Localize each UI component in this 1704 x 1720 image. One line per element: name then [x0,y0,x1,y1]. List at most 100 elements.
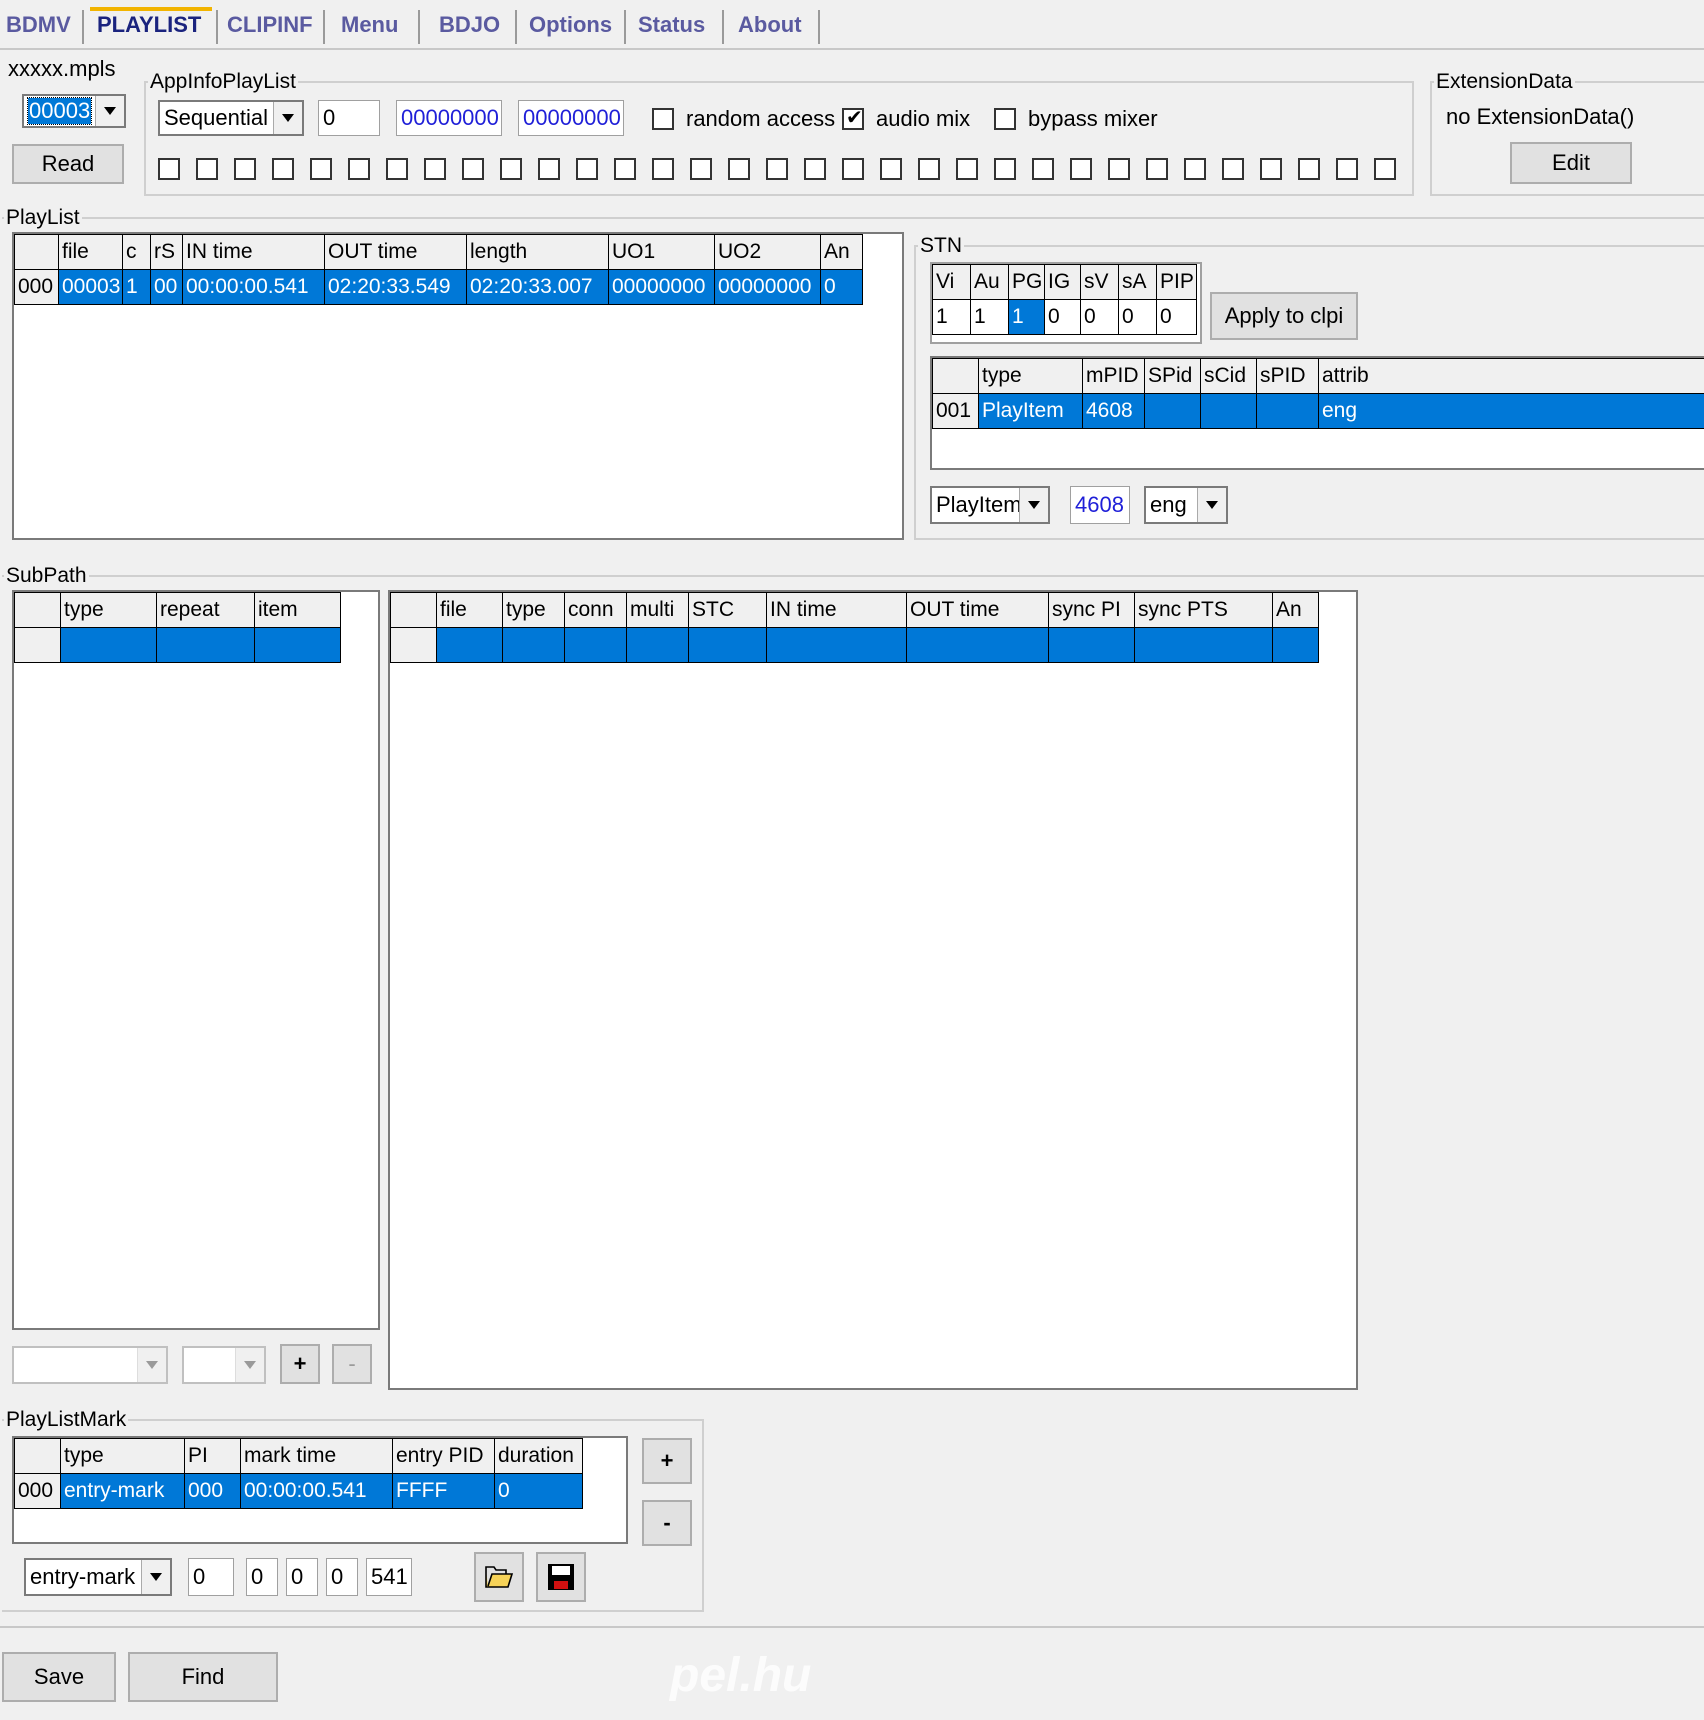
save-button[interactable]: Save [2,1652,116,1702]
column-header[interactable]: IN time [182,234,325,270]
table-cell[interactable]: 000 [184,1473,241,1509]
column-header[interactable]: OUT time [324,234,467,270]
column-header[interactable]: sync PI [1048,592,1135,628]
random-access-checkbox[interactable] [652,108,674,130]
uo-flag-checkbox[interactable] [576,158,598,180]
uo-flag-checkbox[interactable] [804,158,826,180]
tab-options[interactable]: Options [529,12,612,38]
table-cell[interactable]: PlayItem [978,393,1083,429]
table-cell[interactable] [156,627,255,663]
uo-flag-checkbox[interactable] [1070,158,1092,180]
column-header[interactable]: c [122,234,151,270]
mark-minutes-field[interactable]: 0 [286,1558,318,1596]
uo-flag-checkbox[interactable] [918,158,940,180]
save-file-button[interactable] [536,1552,586,1602]
subpath-type-select[interactable] [12,1346,168,1384]
uo-flag-checkbox[interactable] [614,158,636,180]
chevron-down-icon[interactable] [1019,488,1048,522]
table-cell[interactable] [1048,627,1135,663]
uo-flag-checkbox[interactable] [1260,158,1282,180]
column-header[interactable]: PIP [1156,264,1197,300]
table-cell[interactable]: 000 [14,269,59,305]
column-header[interactable]: sCid [1200,358,1257,394]
uo-flag-checkbox[interactable] [1184,158,1206,180]
table-cell[interactable] [766,627,907,663]
uo-flag-checkbox[interactable] [994,158,1016,180]
table-cell[interactable]: FFFF [392,1473,495,1509]
column-header[interactable]: type [60,1438,185,1474]
table-cell[interactable]: 0 [1080,299,1119,335]
table-cell[interactable]: 0 [1156,299,1197,335]
uo-flag-checkbox[interactable] [462,158,484,180]
table-cell[interactable] [502,627,565,663]
column-header[interactable]: type [978,358,1083,394]
table-cell[interactable] [254,627,341,663]
open-folder-button[interactable] [474,1552,524,1602]
extension-edit-button[interactable]: Edit [1510,142,1632,184]
table-cell[interactable]: 4608 [1082,393,1145,429]
table-cell[interactable]: 0 [820,269,863,305]
apply-to-clpi-button[interactable]: Apply to clpi [1210,292,1358,340]
subpath-remove-button[interactable]: - [332,1344,372,1384]
subpath-repeat-select[interactable] [182,1346,266,1384]
uo-flag-checkbox[interactable] [500,158,522,180]
column-header[interactable] [14,1438,61,1474]
tab-bdjo[interactable]: BDJO [439,12,500,38]
column-header[interactable]: IN time [766,592,907,628]
column-header[interactable]: type [502,592,565,628]
table-cell[interactable] [626,627,689,663]
column-header[interactable]: file [436,592,503,628]
column-header[interactable]: file [58,234,123,270]
table-cell[interactable]: 00000000 [608,269,715,305]
column-header[interactable]: conn [564,592,627,628]
uo-flag-checkbox[interactable] [880,158,902,180]
tab-clipinf[interactable]: CLIPINF [227,12,313,38]
column-header[interactable]: multi [626,592,689,628]
table-cell[interactable] [1200,393,1257,429]
column-header[interactable] [390,592,437,628]
column-header[interactable]: rS [150,234,183,270]
column-header[interactable]: An [820,234,863,270]
column-header[interactable]: mark time [240,1438,393,1474]
mark-seconds-field[interactable]: 0 [326,1558,358,1596]
column-header[interactable]: SPid [1144,358,1201,394]
tab-playlist[interactable]: PLAYLIST [97,12,201,38]
stn-lang-select[interactable]: eng [1144,486,1228,524]
column-header[interactable]: mPID [1082,358,1145,394]
table-cell[interactable]: 00000000 [714,269,821,305]
uo-flag-checkbox[interactable] [652,158,674,180]
table-cell[interactable]: 00:00:00.541 [182,269,325,305]
column-header[interactable]: item [254,592,341,628]
uo-flag-checkbox[interactable] [1298,158,1320,180]
column-header[interactable]: entry PID [392,1438,495,1474]
table-row[interactable]: 001 PlayItem 4608 eng [932,393,1704,429]
uo-flag-checkbox[interactable] [956,158,978,180]
column-header[interactable]: OUT time [906,592,1049,628]
table-cell[interactable]: 001 [932,393,979,429]
table-cell[interactable]: 02:20:33.549 [324,269,467,305]
column-header[interactable]: type [60,592,157,628]
uo-flag-checkbox[interactable] [424,158,446,180]
table-cell[interactable]: 1 [970,299,1009,335]
table-cell[interactable] [906,627,1049,663]
chevron-down-icon[interactable] [95,96,124,126]
table-cell[interactable]: 1 [932,299,971,335]
playlist-table[interactable]: file c rS IN time OUT time length UO1 UO2 An 000 0… [12,232,904,540]
column-header[interactable] [14,234,59,270]
table-cell[interactable] [1134,627,1273,663]
mpls-select[interactable]: 00003 [22,94,126,128]
uo-flag-checkbox[interactable] [1336,158,1358,180]
tab-about[interactable]: About [738,12,802,38]
uo-flag-checkbox[interactable] [158,158,180,180]
table-cell[interactable] [564,627,627,663]
column-header[interactable]: Au [970,264,1009,300]
table-row[interactable] [14,627,341,663]
uo-flag-checkbox[interactable] [1222,158,1244,180]
table-row[interactable] [390,627,1319,663]
table-cell[interactable]: 1 [1008,299,1045,335]
uo-flag-checkbox[interactable] [1146,158,1168,180]
table-cell[interactable]: 02:20:33.007 [466,269,609,305]
chevron-down-icon[interactable] [235,1348,264,1382]
table-row[interactable]: 000 00003 1 00 00:00:00.541 02:20:33.549 02:20… [14,269,863,305]
mark-add-button[interactable]: + [642,1438,692,1484]
